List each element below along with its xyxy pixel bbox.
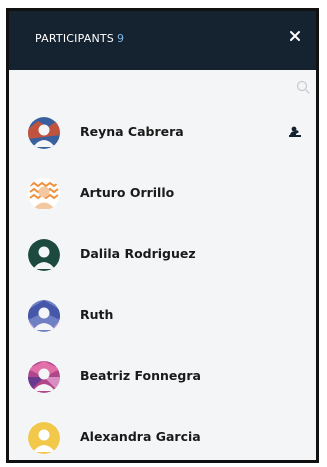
participant-name: Ruth xyxy=(80,307,114,322)
avatar xyxy=(28,422,60,454)
participants-panel: PARTICIPANTS 9 Reyna Cabrera Arturo Orri… xyxy=(6,8,319,463)
participant-row[interactable]: Dalila Rodriguez xyxy=(9,232,316,280)
participant-name: Arturo Orrillo xyxy=(80,185,175,200)
participant-row[interactable]: Ruth xyxy=(9,293,316,341)
participant-name: Beatriz Fonnegra xyxy=(80,368,201,383)
participant-row[interactable]: Reyna Cabrera xyxy=(9,110,316,158)
participant-name: Alexandra Garcia xyxy=(80,429,201,444)
close-icon[interactable] xyxy=(288,29,302,43)
avatar xyxy=(28,300,60,332)
panel-title-label: PARTICIPANTS xyxy=(35,32,114,45)
search-icon[interactable] xyxy=(295,79,311,95)
participant-row[interactable]: Beatriz Fonnegra xyxy=(9,354,316,402)
avatar xyxy=(28,178,60,210)
panel-title: PARTICIPANTS 9 xyxy=(35,32,124,45)
panel-header: PARTICIPANTS 9 xyxy=(9,11,316,70)
presenter-icon xyxy=(289,126,301,137)
avatar xyxy=(28,361,60,393)
participant-row[interactable]: Alexandra Garcia xyxy=(9,415,316,460)
avatar xyxy=(28,117,60,149)
search-row xyxy=(9,70,316,110)
participant-count: 9 xyxy=(116,32,125,45)
participant-row[interactable]: Arturo Orrillo xyxy=(9,171,316,219)
participant-name: Reyna Cabrera xyxy=(80,124,184,139)
avatar xyxy=(28,239,60,271)
participant-name: Dalila Rodriguez xyxy=(80,246,196,261)
